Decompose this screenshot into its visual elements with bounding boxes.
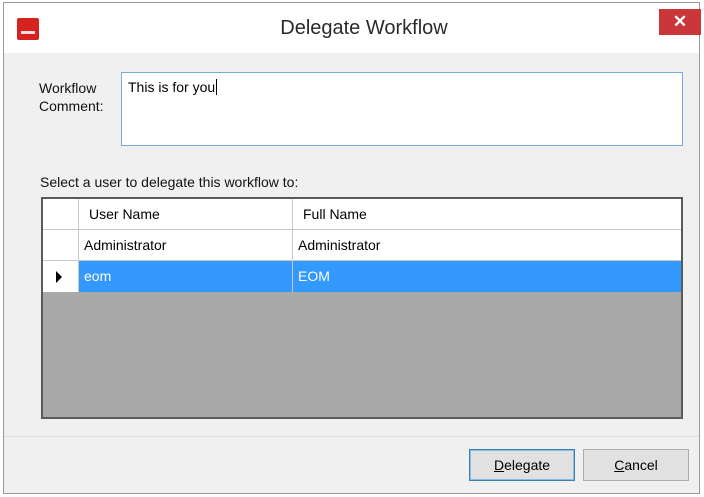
cell-full-name[interactable]: EOM [293, 261, 681, 292]
table-row-selected[interactable]: eom EOM [43, 261, 681, 292]
users-grid[interactable]: User Name Full Name Administrator Admini… [41, 197, 683, 419]
column-header-full-name[interactable]: Full Name [293, 199, 681, 229]
cell-user-name[interactable]: Administrator [79, 230, 293, 260]
close-button[interactable]: ✕ [659, 9, 701, 35]
row-header[interactable] [43, 230, 79, 260]
delegate-label-rest: elegate [504, 457, 551, 473]
delegate-button[interactable]: Delegate [469, 449, 575, 481]
column-header-user-name[interactable]: User Name [79, 199, 293, 229]
cancel-button[interactable]: Cancel [583, 449, 689, 481]
table-row[interactable]: Administrator Administrator [43, 230, 681, 261]
window-title: Delegate Workflow [280, 17, 448, 39]
delegate-mnemonic: D [493, 457, 505, 473]
row-header-corner [43, 199, 79, 229]
grid-header-row: User Name Full Name [43, 199, 681, 230]
delegate-workflow-dialog: Delegate Workflow ✕ Workflow Comment: Th… [3, 2, 701, 494]
current-row-arrow-icon [56, 271, 62, 283]
row-header[interactable] [43, 261, 79, 292]
workflow-comment-label: Workflow Comment: [39, 80, 104, 114]
workflow-comment-input[interactable]: This is for you [121, 72, 683, 146]
text-caret [216, 79, 218, 95]
footer-divider [4, 436, 699, 437]
title-bar[interactable]: Delegate Workflow ✕ [4, 3, 701, 53]
cancel-label-rest: ancel [624, 457, 658, 473]
cell-user-name[interactable]: eom [79, 261, 293, 292]
workflow-comment-text: This is for you [128, 79, 216, 95]
cell-full-name[interactable]: Administrator [293, 230, 681, 260]
cancel-mnemonic: C [614, 457, 625, 473]
select-user-label: Select a user to delegate this workflow … [40, 174, 299, 190]
